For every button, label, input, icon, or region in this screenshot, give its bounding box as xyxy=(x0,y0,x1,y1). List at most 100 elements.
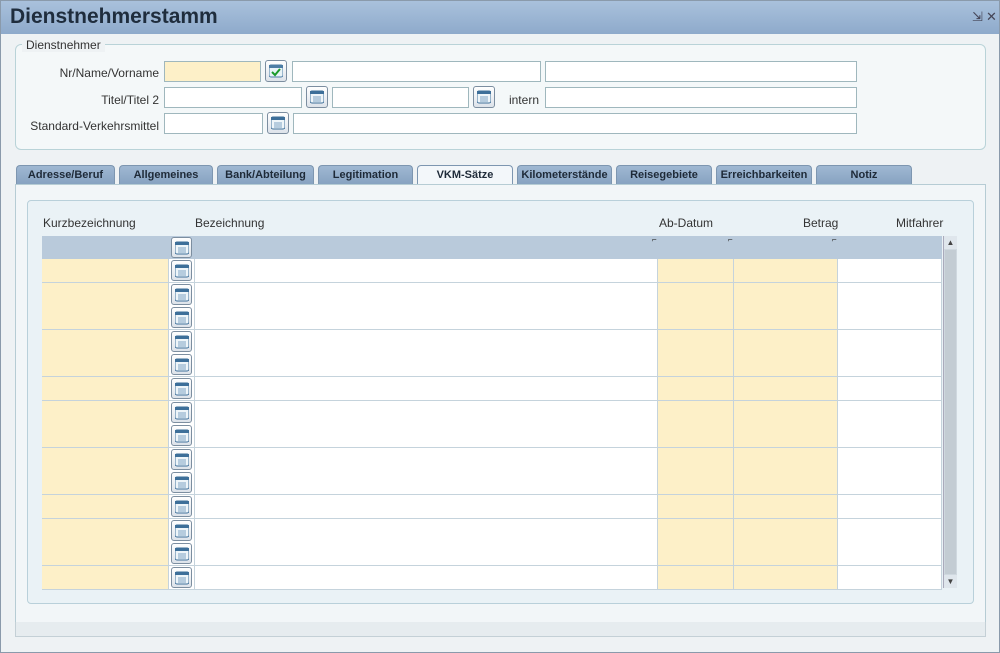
betrag-cell[interactable] xyxy=(734,400,838,425)
check-button[interactable] xyxy=(265,60,287,82)
scroll-thumb[interactable] xyxy=(945,250,956,574)
betrag-cell[interactable] xyxy=(734,353,838,378)
mitfahrer-cell[interactable] xyxy=(838,282,942,307)
lookup-cell[interactable] xyxy=(169,518,195,543)
mitfahrer-cell[interactable] xyxy=(838,353,942,378)
betrag-cell[interactable] xyxy=(734,542,838,567)
mitfahrer-cell[interactable] xyxy=(838,306,942,331)
lookup-cell[interactable] xyxy=(169,377,195,401)
bezeichnung-cell[interactable] xyxy=(195,471,658,496)
lookup-cell[interactable] xyxy=(169,329,195,354)
titel2-lookup-button[interactable] xyxy=(473,86,495,108)
bezeichnung-cell[interactable] xyxy=(195,400,658,425)
row-lookup-button[interactable] xyxy=(171,354,192,376)
ab-datum-cell[interactable] xyxy=(658,565,734,590)
ab-datum-cell[interactable] xyxy=(658,377,734,401)
kurzbezeichnung-cell[interactable] xyxy=(42,329,169,354)
ab-datum-cell[interactable] xyxy=(658,471,734,496)
ab-datum-cell[interactable] xyxy=(658,495,734,519)
filter-lookup-button[interactable] xyxy=(171,237,192,258)
mitfahrer-cell[interactable] xyxy=(838,377,942,401)
bezeichnung-cell[interactable] xyxy=(195,282,658,307)
scroll-down-icon[interactable]: ▼ xyxy=(944,575,957,588)
ab-datum-cell[interactable] xyxy=(658,542,734,567)
row-lookup-button[interactable] xyxy=(171,496,192,517)
kurzbezeichnung-cell[interactable] xyxy=(42,259,169,283)
row-lookup-button[interactable] xyxy=(171,401,192,423)
betrag-cell[interactable] xyxy=(734,377,838,401)
bezeichnung-cell[interactable] xyxy=(195,306,658,331)
kurzbezeichnung-cell[interactable] xyxy=(42,377,169,401)
name-input[interactable] xyxy=(292,61,541,82)
betrag-cell[interactable] xyxy=(734,424,838,449)
mitfahrer-cell[interactable] xyxy=(838,518,942,543)
betrag-cell[interactable] xyxy=(734,306,838,331)
lookup-cell[interactable] xyxy=(169,542,195,567)
kurzbezeichnung-cell[interactable] xyxy=(42,306,169,331)
verkehrsmittel-lookup-button[interactable] xyxy=(267,112,289,134)
sort-marker-icon[interactable]: ⌐ xyxy=(652,236,660,244)
bezeichnung-cell[interactable] xyxy=(195,424,658,449)
tab-kilometerstaende[interactable]: Kilometerstände xyxy=(517,165,612,185)
titel-input[interactable] xyxy=(164,87,302,108)
tab-vkm-saetze[interactable]: VKM-Sätze xyxy=(417,165,513,186)
intern-input[interactable] xyxy=(545,87,857,108)
bezeichnung-cell[interactable] xyxy=(195,329,658,354)
betrag-cell[interactable] xyxy=(734,565,838,590)
betrag-cell[interactable] xyxy=(734,329,838,354)
kurzbezeichnung-cell[interactable] xyxy=(42,542,169,567)
kurzbezeichnung-cell[interactable] xyxy=(42,282,169,307)
row-lookup-button[interactable] xyxy=(171,307,192,329)
tab-adresse-beruf[interactable]: Adresse/Beruf xyxy=(16,165,115,185)
tab-erreichbarkeiten[interactable]: Erreichbarkeiten xyxy=(716,165,812,185)
bezeichnung-cell[interactable] xyxy=(195,353,658,378)
pin-icon[interactable]: ⇲ xyxy=(972,9,983,25)
mitfahrer-cell[interactable] xyxy=(838,329,942,354)
tab-reisegebiete[interactable]: Reisegebiete xyxy=(616,165,712,185)
sort-marker-icon[interactable]: ⌐ xyxy=(832,236,840,244)
bezeichnung-cell[interactable] xyxy=(195,542,658,567)
row-lookup-button[interactable] xyxy=(171,543,192,565)
lookup-cell[interactable] xyxy=(169,400,195,425)
tab-bank-abteilung[interactable]: Bank/Abteilung xyxy=(217,165,314,185)
tab-allgemeines[interactable]: Allgemeines xyxy=(119,165,213,185)
lookup-cell[interactable] xyxy=(169,495,195,519)
vorname-input[interactable] xyxy=(545,61,857,82)
bezeichnung-cell[interactable] xyxy=(195,377,658,401)
ab-datum-cell[interactable] xyxy=(658,306,734,331)
lookup-cell[interactable] xyxy=(169,447,195,472)
mitfahrer-cell[interactable] xyxy=(838,400,942,425)
tab-legitimation[interactable]: Legitimation xyxy=(318,165,413,185)
betrag-cell[interactable] xyxy=(734,518,838,543)
row-lookup-button[interactable] xyxy=(171,378,192,399)
titel2-input[interactable] xyxy=(332,87,469,108)
lookup-cell[interactable] xyxy=(169,471,195,496)
mitfahrer-cell[interactable] xyxy=(838,447,942,472)
bezeichnung-cell[interactable] xyxy=(195,259,658,283)
lookup-cell[interactable] xyxy=(169,565,195,590)
mitfahrer-cell[interactable] xyxy=(838,471,942,496)
scroll-up-icon[interactable]: ▲ xyxy=(944,236,957,249)
ab-datum-cell[interactable] xyxy=(658,447,734,472)
bezeichnung-cell[interactable] xyxy=(195,565,658,590)
nr-input[interactable] xyxy=(164,61,261,82)
bezeichnung-cell[interactable] xyxy=(195,518,658,543)
ab-datum-cell[interactable] xyxy=(658,329,734,354)
mitfahrer-cell[interactable] xyxy=(838,495,942,519)
lookup-cell[interactable] xyxy=(169,282,195,307)
close-icon[interactable]: ✕ xyxy=(986,9,997,25)
row-lookup-button[interactable] xyxy=(171,425,192,447)
kurzbezeichnung-cell[interactable] xyxy=(42,353,169,378)
kurzbezeichnung-cell[interactable] xyxy=(42,447,169,472)
vertical-scrollbar[interactable]: ▲ ▼ xyxy=(943,236,957,588)
ab-datum-cell[interactable] xyxy=(658,424,734,449)
betrag-cell[interactable] xyxy=(734,447,838,472)
kurzbezeichnung-cell[interactable] xyxy=(42,424,169,449)
mitfahrer-cell[interactable] xyxy=(838,565,942,590)
ab-datum-cell[interactable] xyxy=(658,282,734,307)
lookup-cell[interactable] xyxy=(169,353,195,378)
betrag-cell[interactable] xyxy=(734,495,838,519)
mitfahrer-cell[interactable] xyxy=(838,259,942,283)
row-lookup-button[interactable] xyxy=(171,283,192,305)
betrag-cell[interactable] xyxy=(734,471,838,496)
